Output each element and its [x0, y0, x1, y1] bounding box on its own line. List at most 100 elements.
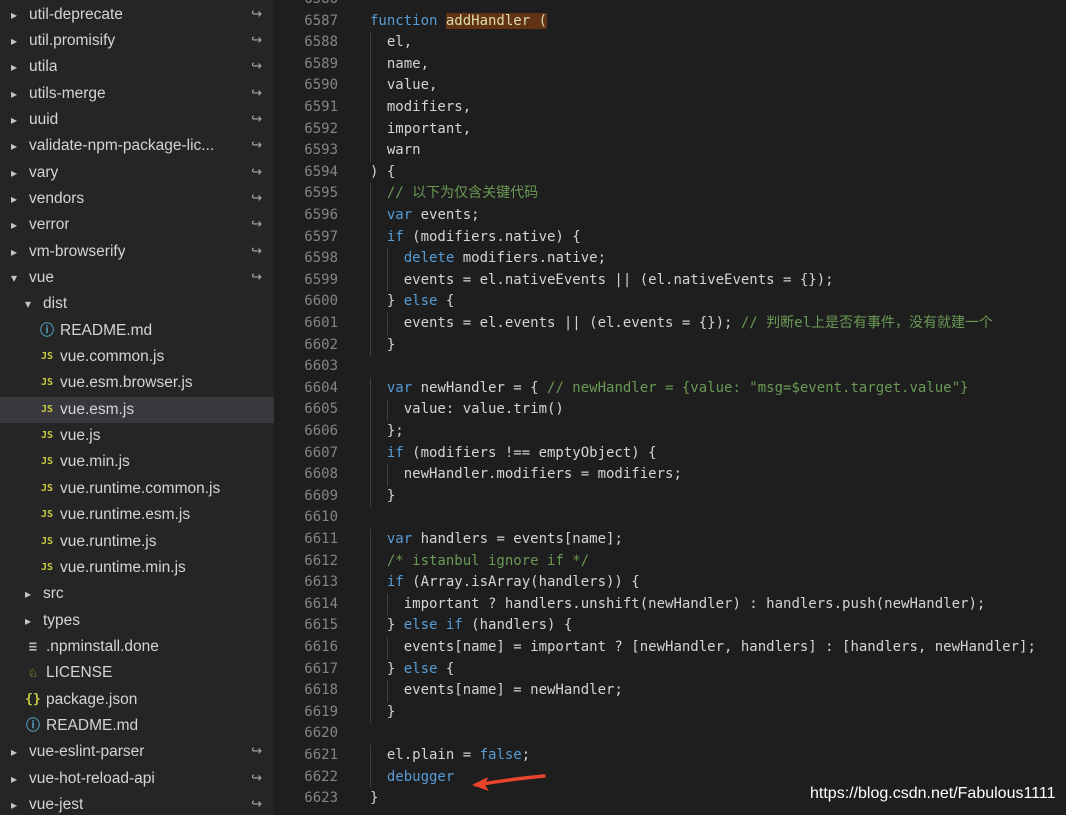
code-line[interactable]: 6600} else {	[274, 291, 1066, 313]
line-number: 6587	[304, 12, 338, 29]
code-line[interactable]: 6589 name,	[274, 53, 1066, 76]
code-line[interactable]: 6598 delete modifiers.native;	[274, 248, 1066, 270]
code-line[interactable]: 6602}	[274, 334, 1066, 357]
tree-item[interactable]: ▾ dist	[0, 291, 274, 317]
code-text: }	[387, 486, 395, 508]
tree-item[interactable]: JS vue.min.js	[0, 449, 274, 475]
code-line[interactable]: 6612 /* istanbul ignore if */	[274, 550, 1066, 573]
tree-item[interactable]: ▸ utils-merge ↪	[0, 81, 274, 107]
chevron-right-icon[interactable]: ▸	[8, 795, 20, 815]
code-line[interactable]: 6599 events = el.nativeEvents || (el.nati…	[274, 269, 1066, 292]
code-line[interactable]: 6618 events[name] = newHandler;	[274, 680, 1066, 702]
code-token: }	[386, 703, 396, 720]
tree-item[interactable]: ⓘ README.md	[0, 713, 274, 739]
indent-guide	[370, 550, 371, 573]
code-line[interactable]: 6590 value,	[274, 75, 1066, 97]
code-line[interactable]: 6608 newHandler.modifiers = modifiers;	[274, 464, 1066, 486]
code-line[interactable]: 6588 el,	[274, 32, 1066, 54]
code-line[interactable]: 6616 events[name] = important ? [newHandl…	[274, 637, 1066, 659]
code-line[interactable]: 6603	[274, 356, 1066, 378]
chevron-right-icon[interactable]: ▸	[8, 742, 20, 762]
code-token: (modifiers !== emptyObject) {	[403, 444, 657, 461]
tree-item[interactable]: ▸ util-deprecate ↪	[0, 2, 274, 28]
tree-item[interactable]: JS vue.esm.js	[0, 396, 274, 423]
code-line[interactable]: 6592 important,	[274, 118, 1066, 141]
code-line[interactable]: 6604 var newHandler = { // newHandler = {…	[274, 377, 1066, 400]
code-line[interactable]: 6594) {	[274, 162, 1066, 184]
chevron-right-icon[interactable]: ▸	[8, 242, 20, 262]
indent-guide	[370, 701, 371, 724]
indent-guide	[370, 572, 371, 594]
chevron-right-icon[interactable]: ▸	[8, 84, 20, 104]
code-line[interactable]: 6587 function addHandler (	[274, 11, 1066, 33]
chevron-right-icon[interactable]: ▸	[8, 215, 20, 235]
line-number: 6602	[304, 336, 338, 353]
tree-item[interactable]: JS vue.runtime.esm.js	[0, 502, 274, 528]
code-line[interactable]: 6620	[274, 723, 1066, 745]
tree-item[interactable]: ▸ verror ↪	[0, 212, 274, 238]
chevron-right-icon[interactable]: ▸	[8, 5, 20, 25]
code-line[interactable]: 6611 var handlers = events[name];	[274, 529, 1066, 551]
tree-item[interactable]: ▸ uuid ↪	[0, 107, 274, 133]
code-text: /* istanbul ignore if */	[387, 551, 589, 573]
code-line[interactable]: 6614 important ? handlers.unshift(newHand…	[274, 593, 1066, 616]
tree-item[interactable]: JS vue.runtime.common.js	[0, 476, 274, 502]
code-token: debugger	[386, 768, 455, 785]
tree-item[interactable]: ▸ vue-eslint-parser ↪	[0, 739, 274, 765]
chevron-right-icon[interactable]: ▸	[8, 163, 20, 183]
code-line[interactable]: 6601 events = el.events || (el.events = {…	[274, 313, 1066, 335]
code-line[interactable]: 6606};	[274, 421, 1066, 443]
chevron-right-icon[interactable]: ▸	[8, 110, 20, 130]
code-line[interactable]: 6609}	[274, 485, 1066, 508]
chevron-right-icon[interactable]: ▸	[22, 584, 34, 604]
code-line[interactable]: 6617} else {	[274, 658, 1066, 681]
code-line[interactable]: 6605 value: value.trim()	[274, 399, 1066, 421]
tree-item[interactable]: ▸ vendors ↪	[0, 186, 274, 212]
tree-item[interactable]: JS vue.esm.browser.js	[0, 370, 274, 396]
chevron-down-icon[interactable]: ▾	[8, 268, 20, 288]
code-line[interactable]: 6610	[274, 507, 1066, 529]
tree-item[interactable]: ▸ utila ↪	[0, 54, 274, 80]
indent-guide	[370, 269, 371, 292]
tree-item[interactable]: ▸ vue-jest ↪	[0, 792, 274, 815]
tree-item[interactable]: ▸ vue-hot-reload-api ↪	[0, 766, 274, 792]
tree-item[interactable]: JS vue.common.js	[0, 344, 274, 370]
code-line[interactable]: 6621 el.plain = false;	[274, 745, 1066, 767]
chevron-down-icon[interactable]: ▾	[22, 294, 34, 314]
tree-item[interactable]: ⓘ README.md	[0, 318, 274, 344]
tree-item[interactable]: ▸ vm-browserify ↪	[0, 239, 274, 265]
chevron-right-icon[interactable]: ▸	[8, 136, 20, 156]
tree-item-label: README.md	[60, 321, 153, 339]
code-line[interactable]: 6596 var events;	[274, 205, 1066, 227]
line-number: 6613	[304, 574, 338, 591]
tree-item[interactable]: {} package.json	[0, 687, 274, 713]
tree-item[interactable]: ≡ .npminstall.done	[0, 634, 274, 660]
tree-item[interactable]: ▸ validate-npm-package-lic... ↪	[0, 133, 274, 159]
chevron-right-icon[interactable]: ▸	[8, 769, 20, 789]
tree-item[interactable]: JS vue.runtime.js	[0, 529, 274, 555]
chevron-right-icon[interactable]: ▸	[8, 189, 20, 209]
tree-item[interactable]: ▸ src	[0, 581, 274, 607]
code-line[interactable]: 6586	[274, 0, 1066, 11]
tree-item[interactable]: ▾ vue ↪	[0, 265, 274, 291]
indent-guide	[370, 442, 371, 465]
line-number: 6593	[304, 142, 338, 159]
chevron-right-icon[interactable]: ▸	[8, 31, 20, 51]
code-line[interactable]: 6615} else if (handlers) {	[274, 615, 1066, 637]
tree-item[interactable]: JS vue.js	[0, 423, 274, 449]
tree-item[interactable]: ▸ types	[0, 608, 274, 634]
code-line[interactable]: 6607 if (modifiers !== emptyObject) {	[274, 442, 1066, 465]
code-line[interactable]: 6613 if (Array.isArray(handlers)) {	[274, 572, 1066, 594]
chevron-right-icon[interactable]: ▸	[22, 611, 34, 631]
code-line[interactable]: 6595 // 以下为仅含关键代码	[274, 183, 1066, 205]
code-line[interactable]: 6591 modifiers,	[274, 97, 1066, 119]
code-line[interactable]: 6593 warn	[274, 140, 1066, 162]
tree-item[interactable]: ♘ LICENSE	[0, 660, 274, 686]
code-editor[interactable]: 65866587 function addHandler (6588 el, 6589…	[274, 0, 1066, 815]
tree-item[interactable]: JS vue.runtime.min.js	[0, 555, 274, 581]
chevron-right-icon[interactable]: ▸	[8, 57, 20, 77]
tree-item[interactable]: ▸ util.promisify ↪	[0, 28, 274, 54]
tree-item[interactable]: ▸ vary ↪	[0, 160, 274, 186]
code-line[interactable]: 6619}	[274, 701, 1066, 724]
code-line[interactable]: 6597 if (modifiers.native) {	[274, 226, 1066, 249]
